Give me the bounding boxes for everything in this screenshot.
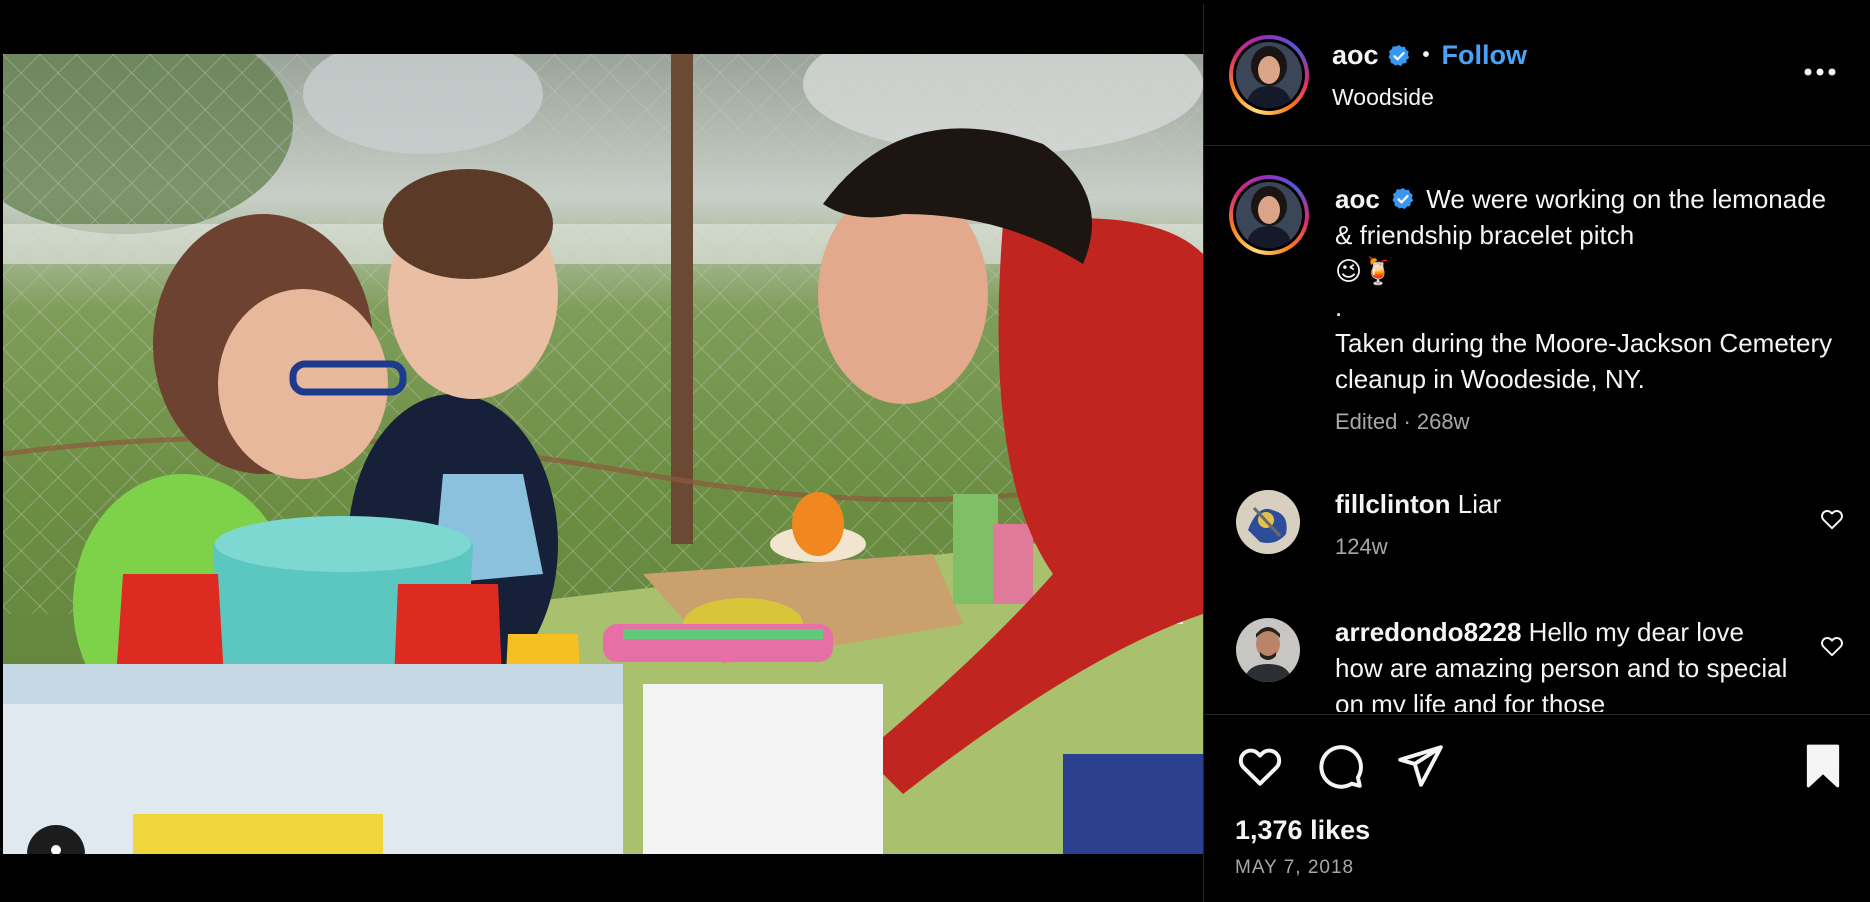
author-row: aoc • Follow: [1332, 40, 1527, 71]
follow-button[interactable]: Follow: [1442, 40, 1527, 71]
separator-dot: •: [1422, 44, 1430, 66]
heart-icon[interactable]: [1819, 633, 1845, 659]
comment-body: Liar: [1457, 489, 1502, 519]
caption-dot-line: .: [1335, 292, 1343, 322]
comment-icon[interactable]: [1315, 741, 1365, 791]
post-location[interactable]: Woodside: [1332, 84, 1434, 111]
post-actions: 1,376 likes MAY 7, 2018: [1204, 714, 1870, 902]
caption-author-avatar[interactable]: [1229, 175, 1309, 255]
post-caption: aoc We were working on the lemonade & fr…: [1335, 181, 1835, 397]
bookmark-icon[interactable]: [1798, 741, 1848, 791]
post-media: [3, 4, 1203, 902]
more-options-icon: [1804, 68, 1836, 76]
author-username[interactable]: aoc: [1332, 40, 1379, 71]
instagram-post-window: aoc • Follow Woodside aoc We were workin…: [0, 0, 1870, 902]
post-date[interactable]: MAY 7, 2018: [1235, 857, 1354, 879]
comments-list[interactable]: aoc We were working on the lemonade & fr…: [1204, 147, 1870, 712]
send-icon[interactable]: [1395, 741, 1445, 791]
commenter-avatar[interactable]: [1236, 618, 1300, 682]
author-avatar[interactable]: [1229, 35, 1309, 115]
heart-icon[interactable]: [1235, 741, 1285, 791]
comment-username[interactable]: arredondo8228: [1335, 617, 1521, 647]
post-photo[interactable]: [3, 54, 1203, 854]
comment-text: arredondo8228 Hello my dear love how are…: [1335, 614, 1795, 712]
post-header: aoc • Follow Woodside: [1204, 4, 1870, 146]
commenter-avatar[interactable]: [1236, 490, 1300, 554]
comment-text: fillclinton Liar: [1335, 486, 1795, 522]
verified-badge-icon: [1387, 44, 1411, 68]
heart-icon[interactable]: [1819, 506, 1845, 532]
caption-username[interactable]: aoc: [1335, 184, 1380, 214]
verified-badge-icon: [1392, 188, 1414, 210]
user-icon: [51, 845, 61, 854]
comment-username[interactable]: fillclinton: [1335, 489, 1451, 519]
comment-meta[interactable]: 124w: [1335, 534, 1388, 560]
caption-text-2: Taken during the Moore-Jackson Cemetery …: [1335, 328, 1833, 394]
caption-emojis: 😉🍹: [1335, 256, 1395, 286]
more-options-button[interactable]: [1803, 64, 1837, 82]
caption-meta: Edited · 268w: [1335, 409, 1470, 434]
post-side-panel: aoc • Follow Woodside aoc We were workin…: [1203, 4, 1870, 902]
likes-count[interactable]: 1,376 likes: [1235, 815, 1370, 846]
